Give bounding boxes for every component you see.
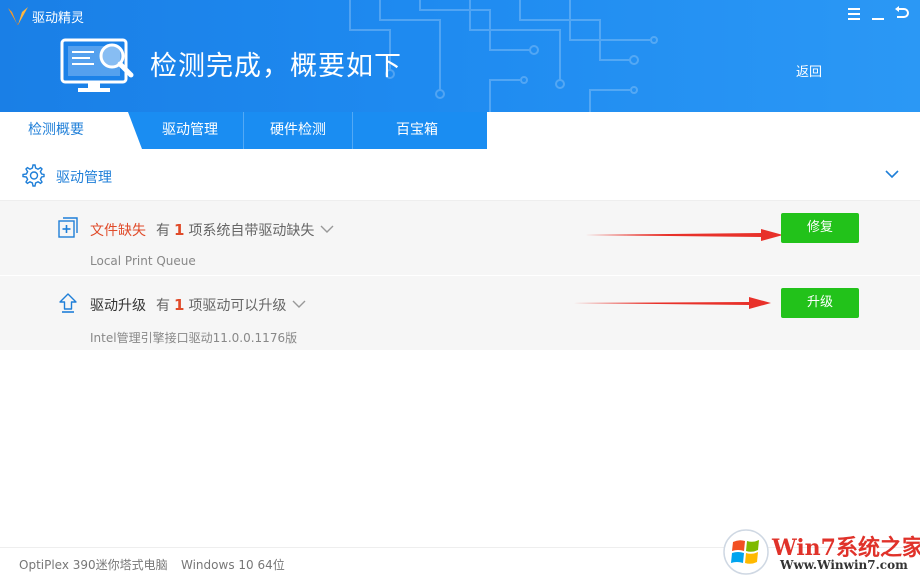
section-header[interactable]: 驱动管理 [0,149,920,201]
tab-overview[interactable]: 检测概要 [0,112,142,149]
issue-count: 1 [174,221,185,239]
header-banner: 驱动精灵 检测完成，概要如下 返回 [0,0,920,112]
chevron-down-icon[interactable] [320,222,334,236]
gear-icon [22,164,45,187]
tab-driver-management[interactable]: 驱动管理 [142,112,238,149]
tab-toolbox[interactable]: 百宝箱 [353,112,481,149]
row-description: 有 1 项系统自带驱动缺失 [156,221,315,239]
windows-flag-icon [723,529,769,575]
chevron-down-icon[interactable] [292,297,306,311]
issue-count: 1 [174,296,185,314]
back-arrow-icon[interactable] [892,4,912,27]
menu-icon[interactable] [844,4,864,26]
section-title: 驱动管理 [56,170,112,186]
monitor-search-icon [60,38,134,92]
os-version: Windows 10 64位 [181,558,285,572]
app-title: 驱动精灵 [32,11,85,26]
back-button[interactable]: 返回 [796,61,822,80]
row-title: 文件缺失 [90,223,146,239]
red-arrow-annotation [585,229,783,241]
row-detail: Intel管理引擎接口驱动11.0.0.1176版 [90,331,298,345]
missing-file-icon [58,217,78,238]
row-title: 驱动升级 [90,298,146,314]
row-detail: Local Print Queue [90,254,196,268]
chevron-down-icon[interactable] [884,166,900,182]
driver-genius-logo-icon [8,7,28,25]
list-item: 文件缺失 有 1 项系统自带驱动缺失 Local Print Queue 修复 [0,201,920,275]
minimize-icon[interactable] [868,4,888,26]
watermark-url: Www.Winwin7.com [780,558,908,572]
page-title: 检测完成，概要如下 [150,51,402,82]
red-arrow-annotation [573,297,771,309]
repair-button[interactable]: 修复 [781,213,859,243]
upgrade-button[interactable]: 升级 [781,288,859,318]
row-description: 有 1 项驱动可以升级 [156,296,287,314]
upgrade-arrow-icon [59,293,77,313]
list-item: 驱动升级 有 1 项驱动可以升级 Intel管理引擎接口驱动11.0.0.1176版… [0,276,920,350]
tab-bar: 检测概要 驱动管理 硬件检测 百宝箱 [0,112,920,149]
watermark: Win7系统之家 Www.Winwin7.com [722,526,920,578]
computer-model: OptiPlex 390迷你塔式电脑 [19,558,168,572]
tab-hardware-detection[interactable]: 硬件检测 [244,112,352,149]
